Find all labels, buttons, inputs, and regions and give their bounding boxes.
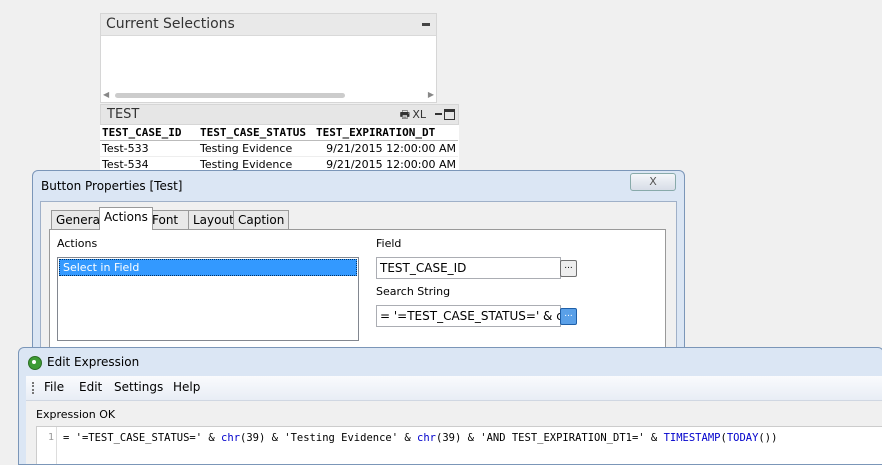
code-text-token: ())	[758, 432, 778, 444]
qlikview-logo-icon	[28, 356, 42, 370]
scroll-right-icon[interactable]: ▶	[428, 90, 434, 99]
test-table: TEST_CASE_ID TEST_CASE_STATUS TEST_EXPIR…	[100, 125, 458, 173]
code-function-token: chr	[221, 432, 241, 444]
maximize-icon[interactable]	[444, 109, 455, 120]
column-header[interactable]: TEST_EXPIRATION_DT	[314, 125, 458, 141]
dialog-title: Button Properties [Test]	[41, 179, 183, 193]
search-string-input[interactable]: = '=TEST_CASE_STATUS=' & chr	[376, 305, 561, 327]
current-selections-title: Current Selections	[106, 16, 235, 32]
tab-caption[interactable]: Caption	[233, 210, 290, 229]
table-cell[interactable]: 9/21/2015 12:00:00 AM	[314, 140, 458, 157]
menu-bar: File Edit Settings Help	[26, 376, 882, 401]
current-selections-caption: Current Selections	[101, 14, 436, 36]
line-number-gutter: 1	[37, 427, 57, 464]
line-number: 1	[47, 432, 54, 443]
actions-label: Actions	[57, 237, 98, 250]
edit-expression-window: Edit Expression File Edit Settings Help …	[18, 347, 882, 465]
code-function-token: chr	[417, 432, 436, 444]
column-header[interactable]: TEST_CASE_ID	[100, 125, 198, 141]
xl-export-icon[interactable]: XL	[412, 105, 426, 124]
horizontal-scrollbar[interactable]: ◀ ▶	[103, 90, 434, 100]
field-input[interactable]: TEST_CASE_ID	[376, 257, 561, 279]
scroll-left-icon[interactable]: ◀	[103, 90, 109, 99]
close-button[interactable]: X	[630, 173, 676, 191]
tab-actions[interactable]: Actions	[99, 207, 153, 230]
code-text-token: (39) & 'AND TEST_EXPIRATION_DT1=' &	[436, 432, 664, 444]
expression-status: Expression OK	[36, 408, 116, 421]
close-icon: X	[649, 175, 657, 188]
actions-list[interactable]: Select in Field	[57, 257, 359, 341]
search-string-browse-button[interactable]: ...	[560, 308, 577, 325]
printer-icon[interactable]: 🖶	[400, 105, 410, 124]
code-text-token: = '=TEST_CASE_STATUS=' &	[63, 432, 222, 444]
table-cell[interactable]: Testing Evidence	[198, 140, 314, 157]
column-header[interactable]: TEST_CASE_STATUS	[198, 125, 314, 141]
current-selections-box: Current Selections ◀ ▶	[100, 13, 437, 103]
window-title: Edit Expression	[47, 355, 140, 369]
field-browse-button[interactable]: ...	[560, 260, 577, 277]
search-string-label: Search String	[376, 285, 451, 298]
test-table-title: TEST	[107, 107, 140, 122]
field-label: Field	[376, 237, 402, 250]
list-item[interactable]: Select in Field	[59, 259, 357, 276]
window-body: File Edit Settings Help Expression OK 1 …	[26, 376, 882, 464]
code-function-token: TIMESTAMP	[663, 432, 721, 444]
toolbar-grip-icon[interactable]	[32, 382, 37, 394]
button-properties-dialog: Button Properties [Test] X General Actio…	[32, 170, 685, 362]
search-string-value: = '=TEST_CASE_STATUS=' & chr	[380, 309, 561, 323]
code-function-token: TODAY	[726, 432, 759, 444]
table-cell[interactable]: Test-533	[100, 140, 198, 157]
menu-file[interactable]: File	[44, 380, 64, 394]
actions-pane: Actions Select in Field Field TEST_CASE_…	[49, 229, 666, 360]
menu-settings[interactable]: Settings	[114, 380, 163, 394]
table-row[interactable]: Test-533 Testing Evidence 9/21/2015 12:0…	[100, 140, 458, 157]
test-table-caption: TEST 🖶 XL	[100, 104, 459, 125]
menu-edit[interactable]: Edit	[79, 380, 102, 394]
menu-help[interactable]: Help	[173, 380, 200, 394]
minimize-icon[interactable]	[422, 23, 430, 26]
tab-layout[interactable]: Layout	[188, 210, 239, 229]
test-table-box: TEST 🖶 XL TEST_CASE_ID TEST_CASE_STATUS …	[100, 104, 459, 174]
dialog-body: General Actions Font Layout Caption Acti…	[40, 201, 677, 361]
code-text-token: (39) & 'Testing Evidence' &	[240, 432, 418, 444]
minimize-icon[interactable]	[435, 113, 442, 115]
expression-editor[interactable]: 1 = '=TEST_CASE_STATUS=' & chr(39) & 'Te…	[36, 426, 882, 464]
expression-code[interactable]: = '=TEST_CASE_STATUS=' & chr(39) & 'Test…	[63, 432, 777, 444]
scrollbar-thumb[interactable]	[115, 93, 345, 98]
